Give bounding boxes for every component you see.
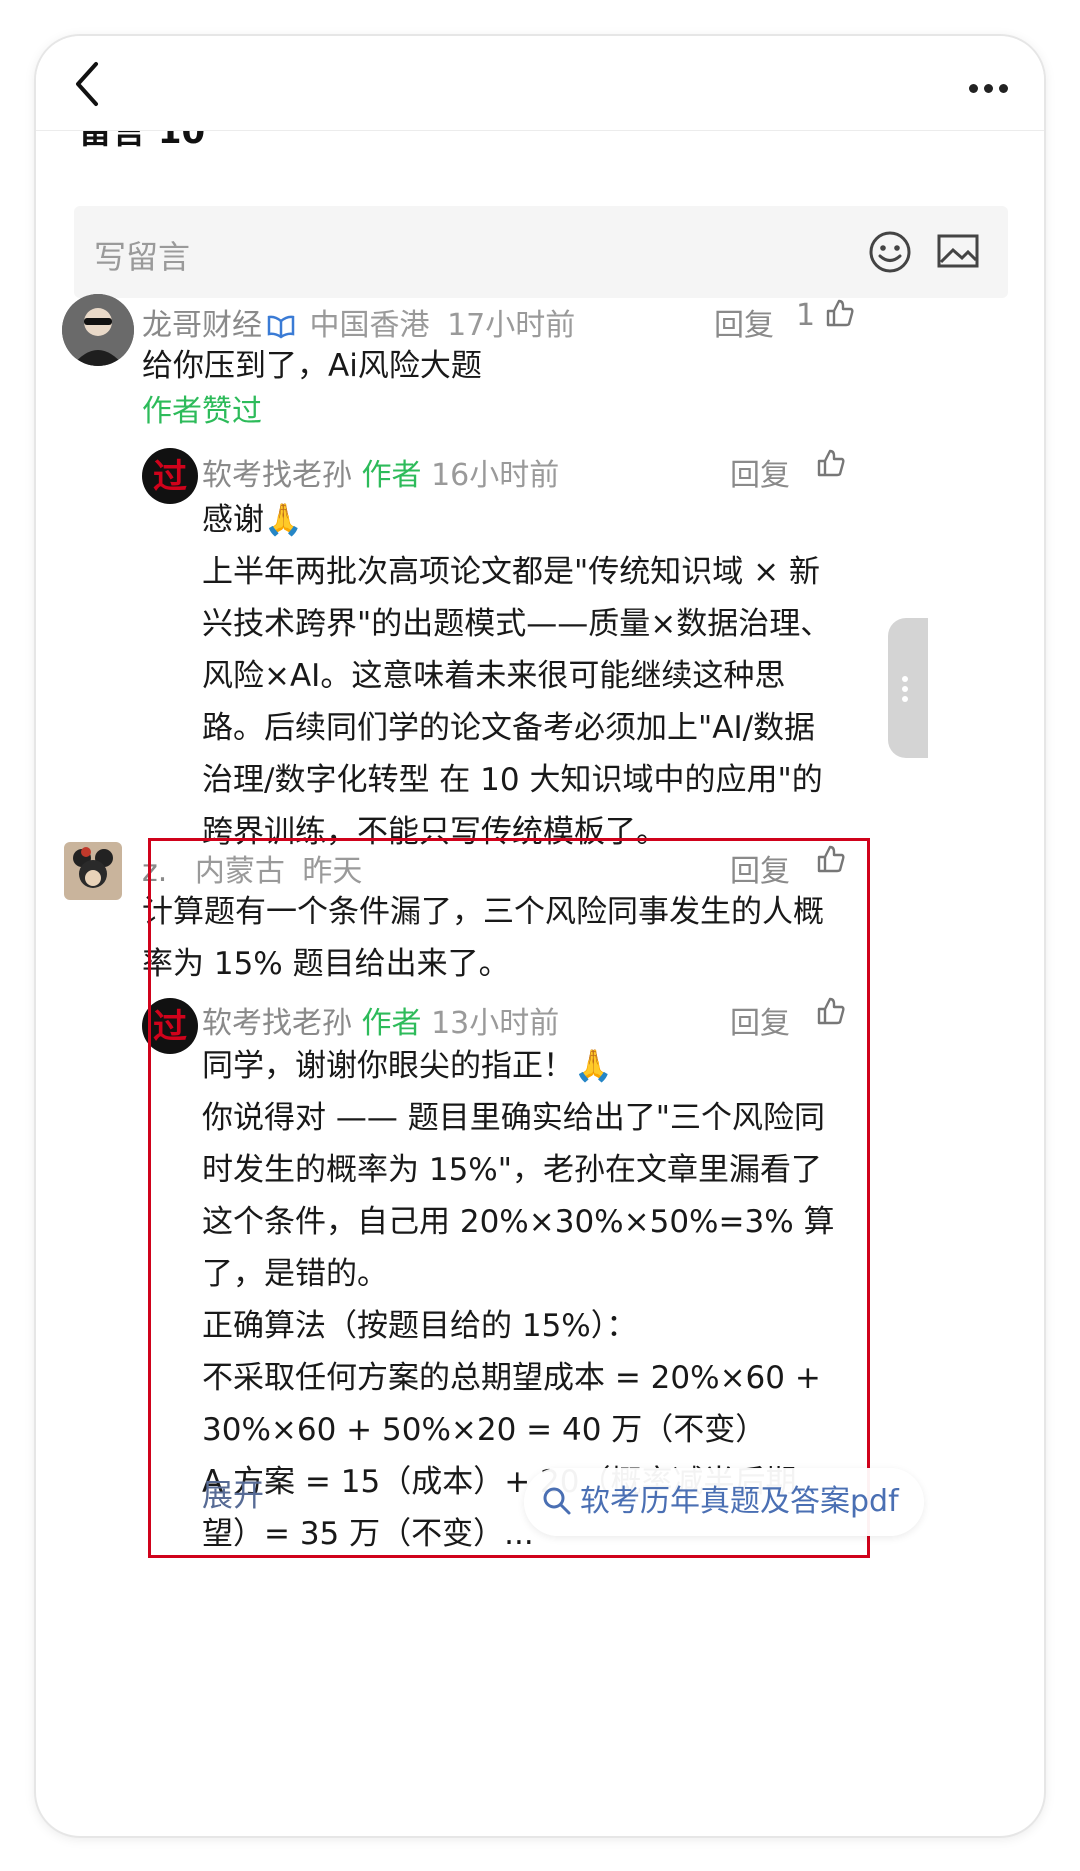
reply-button[interactable]: 回复 (714, 300, 774, 344)
image-icon[interactable] (936, 232, 980, 272)
more-dot (969, 84, 978, 93)
like-button[interactable]: 1 (796, 298, 855, 333)
reply-meta: 软考找老孙 作者 16小时前 (202, 450, 559, 494)
more-dot (984, 84, 993, 93)
comment-time: 17小时前 (447, 308, 576, 343)
comment-user[interactable]: 龙哥财经 (142, 308, 262, 343)
search-icon (543, 1487, 571, 1515)
emoji-icon[interactable] (868, 230, 912, 274)
side-drawer-handle[interactable] (888, 618, 928, 758)
reply-button[interactable]: 回复 (730, 450, 790, 494)
comment-meta: 龙哥财经 中国香港 17小时前 (142, 300, 575, 344)
highlight-box (148, 838, 870, 1558)
like-button[interactable] (816, 448, 846, 486)
verified-icon (267, 315, 295, 339)
reply-user[interactable]: 软考找老孙 (202, 458, 352, 493)
comment-location: 中国香港 (309, 308, 430, 343)
section-title-crop: 留言 10 (78, 130, 378, 160)
section-title: 留言 10 (78, 130, 206, 152)
write-comment-box[interactable]: 写留言 (74, 206, 1008, 298)
author-liked-tag: 作者赞过 (142, 394, 262, 429)
thumbs-up-icon (817, 449, 845, 477)
avatar[interactable]: 过 (142, 448, 198, 504)
svg-text:过: 过 (153, 457, 187, 497)
chevron-left-icon (76, 62, 98, 106)
reply-text: 感谢🙏 上半年两批次高项论文都是"传统知识域 × 新兴技术跨界"的出题模式——质… (202, 502, 832, 850)
thumbs-up-icon (826, 299, 854, 327)
more-dot (999, 84, 1008, 93)
comment-text: 给你压到了，Ai风险大题 (142, 348, 482, 384)
search-suggestion[interactable]: 软考历年真题及答案pdf (524, 1468, 924, 1536)
author-tag: 作者 (361, 458, 422, 493)
back-button[interactable] (66, 56, 110, 112)
top-bar (36, 36, 1044, 131)
more-button[interactable] (966, 64, 1014, 104)
avatar[interactable] (62, 294, 134, 366)
search-suggestion-text: 软考历年真题及答案pdf (580, 1484, 899, 1519)
like-count: 1 (796, 298, 816, 333)
write-comment-placeholder: 写留言 (94, 238, 191, 276)
app-frame: 留言 10 写留言 龙哥财经 中国香港 17小时前 回复 1 给你压到了，Ai风… (36, 36, 1044, 1836)
avatar[interactable] (64, 842, 122, 900)
reply-time: 16小时前 (431, 458, 560, 493)
